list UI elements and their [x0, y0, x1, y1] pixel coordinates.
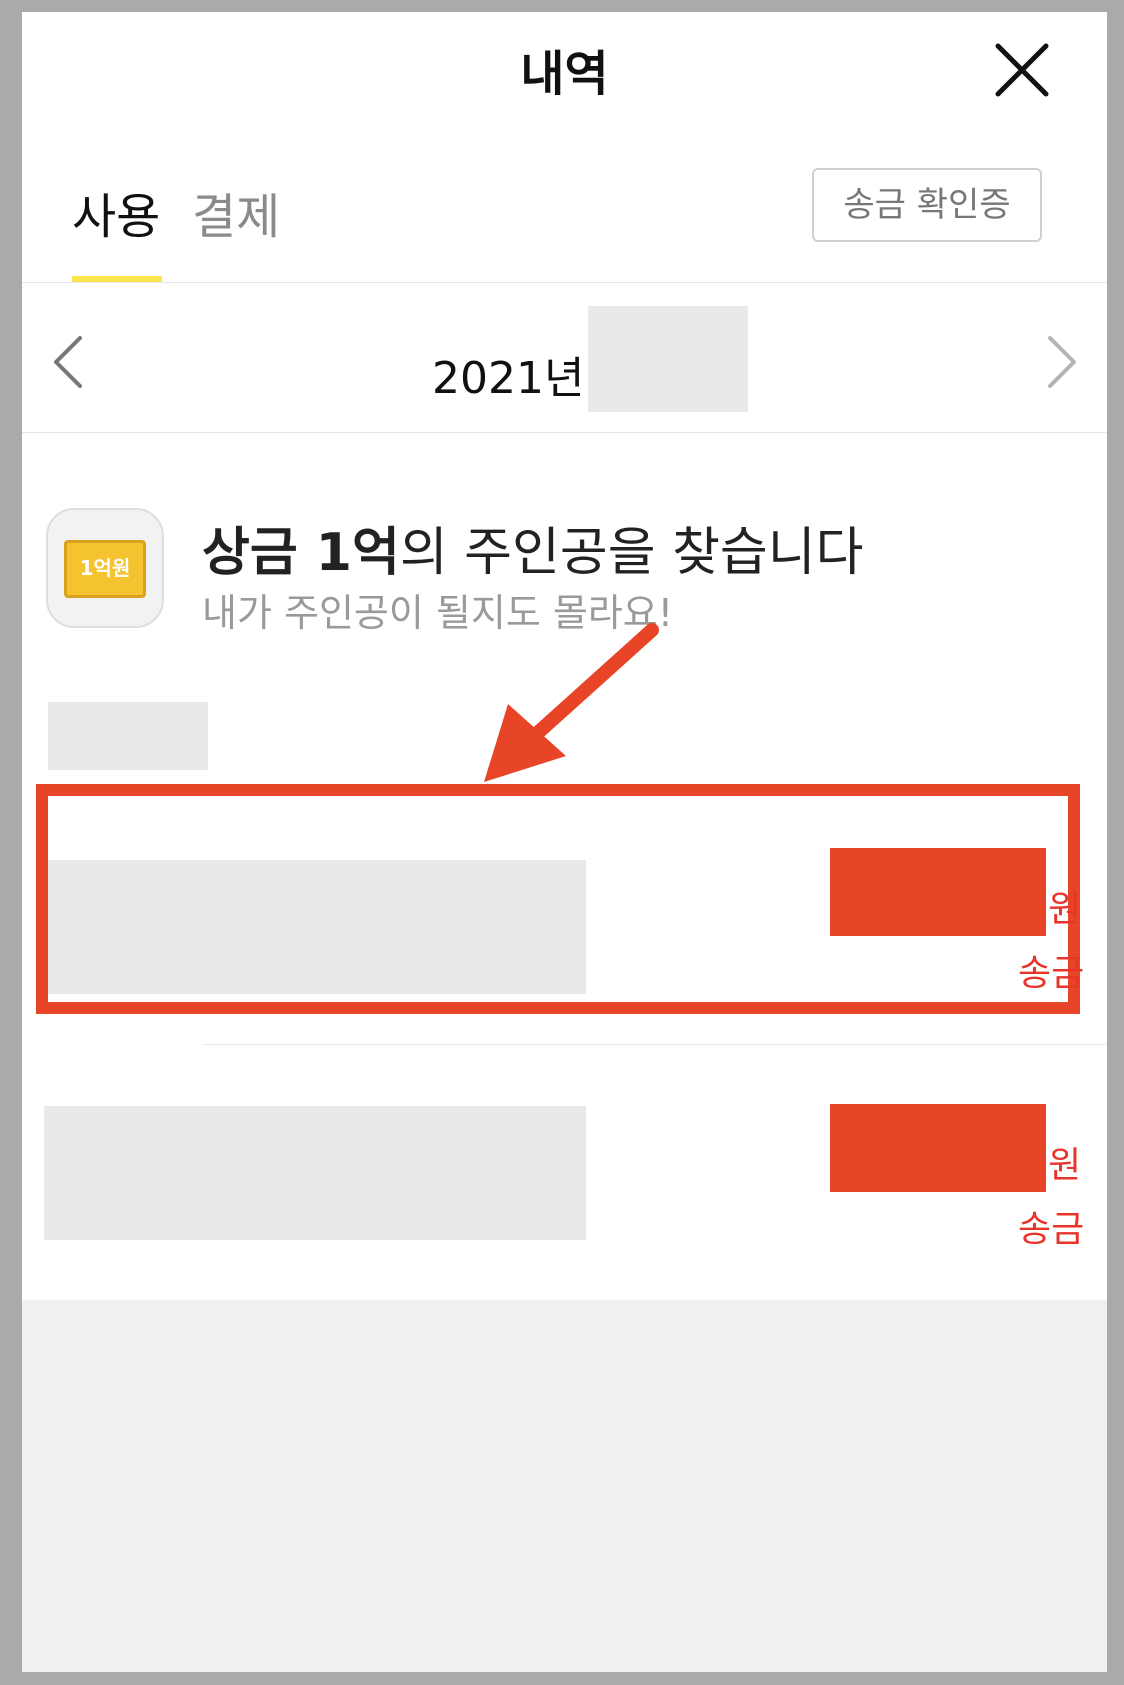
- ticket-label: 1억원: [64, 540, 146, 598]
- history-sheet: 내역 사용 결제 송금 확인증 2021년 1억원 상금 1억의 주인공을 찾습…: [22, 12, 1107, 1672]
- redacted-transaction-info: [48, 860, 586, 994]
- redacted-date-header: [48, 702, 208, 770]
- month-label: 2021년: [432, 353, 585, 404]
- redacted-amount: [830, 1104, 1046, 1192]
- page-title: 내역: [520, 46, 609, 102]
- banner-title-bold: 상금 1억: [202, 523, 400, 583]
- banner-title-rest: 의 주인공을 찾습니다: [399, 523, 864, 583]
- redacted-transaction-info: [44, 1106, 586, 1240]
- redacted-month: [588, 306, 748, 412]
- chevron-left-icon[interactable]: [50, 334, 86, 390]
- month-divider: [22, 432, 1107, 433]
- redacted-amount: [830, 848, 1046, 936]
- transfer-receipt-button[interactable]: 송금 확인증: [812, 168, 1042, 242]
- tab-payment[interactable]: 결제: [192, 177, 280, 247]
- tab-usage[interactable]: 사용: [72, 177, 160, 247]
- amount-unit: 원: [1048, 889, 1082, 930]
- empty-area: [22, 1300, 1107, 1672]
- prize-ticket-icon[interactable]: 1억원: [46, 508, 164, 628]
- chevron-right-icon[interactable]: [1044, 334, 1080, 390]
- close-icon[interactable]: [992, 40, 1052, 100]
- pointer-arrow-icon: [484, 623, 659, 782]
- transaction-type: 송금: [1018, 1209, 1085, 1250]
- row-divider: [204, 1044, 1107, 1045]
- tab-divider: [22, 282, 1107, 283]
- amount-unit: 원: [1048, 1145, 1082, 1186]
- banner-title[interactable]: 상금 1억의 주인공을 찾습니다: [202, 510, 863, 585]
- transaction-type: 송금: [1018, 953, 1085, 994]
